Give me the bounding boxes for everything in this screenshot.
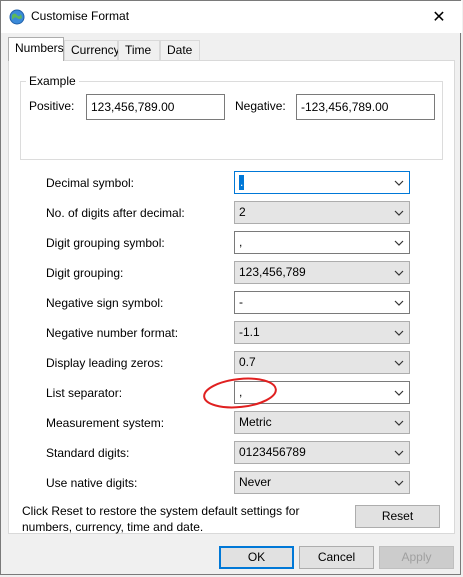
tab-currency[interactable]: Currency — [64, 40, 120, 60]
setting-value: 0.7 — [239, 355, 256, 369]
close-icon[interactable]: ✕ — [416, 1, 462, 33]
setting-label: Display leading zeros: — [46, 356, 164, 370]
cancel-button[interactable]: Cancel — [299, 546, 374, 569]
setting-label: No. of digits after decimal: — [46, 206, 185, 220]
positive-label: Positive: — [29, 99, 75, 113]
setting-combobox[interactable]: Never — [234, 471, 410, 494]
globe-icon — [9, 9, 25, 25]
setting-value: Never — [239, 475, 272, 489]
chevron-down-icon[interactable] — [394, 178, 404, 188]
setting-label: Negative number format: — [46, 326, 179, 340]
title-bar: Customise Format ✕ — [1, 1, 462, 33]
chevron-down-icon[interactable] — [394, 388, 404, 398]
chevron-down-icon[interactable] — [394, 358, 404, 368]
positive-example-field: 123,456,789.00 — [86, 94, 225, 120]
setting-value: - — [239, 295, 243, 309]
setting-value: 0123456789 — [239, 445, 306, 459]
setting-combobox[interactable]: 123,456,789 — [234, 261, 410, 284]
chevron-down-icon[interactable] — [394, 418, 404, 428]
chevron-down-icon[interactable] — [394, 448, 404, 458]
chevron-down-icon[interactable] — [394, 298, 404, 308]
setting-label: Digit grouping symbol: — [46, 236, 165, 250]
setting-value: 123,456,789 — [239, 265, 306, 279]
reset-button[interactable]: Reset — [355, 505, 440, 528]
setting-label: Digit grouping: — [46, 266, 124, 280]
setting-value: . — [239, 175, 245, 190]
setting-value: 2 — [239, 205, 246, 219]
reset-note: Click Reset to restore the system defaul… — [22, 504, 300, 534]
setting-combobox[interactable]: . — [234, 171, 410, 194]
setting-combobox[interactable]: -1.1 — [234, 321, 410, 344]
example-group-legend: Example — [26, 74, 79, 88]
tab-date[interactable]: Date — [160, 40, 200, 60]
setting-label: Decimal symbol: — [46, 176, 135, 190]
setting-label: List separator: — [46, 386, 123, 400]
tab-time[interactable]: Time — [118, 40, 160, 60]
apply-button: Apply — [379, 546, 454, 569]
setting-combobox[interactable]: 0.7 — [234, 351, 410, 374]
setting-combobox[interactable]: 2 — [234, 201, 410, 224]
window-title: Customise Format — [31, 9, 130, 23]
chevron-down-icon[interactable] — [394, 208, 404, 218]
setting-combobox[interactable]: , — [234, 231, 410, 254]
setting-value: -1.1 — [239, 325, 260, 339]
setting-value: , — [239, 235, 243, 249]
tab-numbers[interactable]: Numbers — [8, 37, 64, 61]
chevron-down-icon[interactable] — [394, 238, 404, 248]
chevron-down-icon[interactable] — [394, 478, 404, 488]
setting-combobox[interactable]: - — [234, 291, 410, 314]
ok-button[interactable]: OK — [219, 546, 294, 569]
negative-label: Negative: — [235, 99, 286, 113]
chevron-down-icon[interactable] — [394, 268, 404, 278]
setting-value: Metric — [239, 415, 272, 429]
negative-example-field: -123,456,789.00 — [296, 94, 435, 120]
setting-label: Standard digits: — [46, 446, 130, 460]
chevron-down-icon[interactable] — [394, 328, 404, 338]
setting-combobox[interactable]: 0123456789 — [234, 441, 410, 464]
setting-value: , — [239, 385, 243, 399]
setting-combobox[interactable]: , — [234, 381, 410, 404]
setting-combobox[interactable]: Metric — [234, 411, 410, 434]
setting-label: Measurement system: — [46, 416, 165, 430]
setting-label: Use native digits: — [46, 476, 138, 490]
example-group — [20, 81, 443, 160]
setting-label: Negative sign symbol: — [46, 296, 164, 310]
